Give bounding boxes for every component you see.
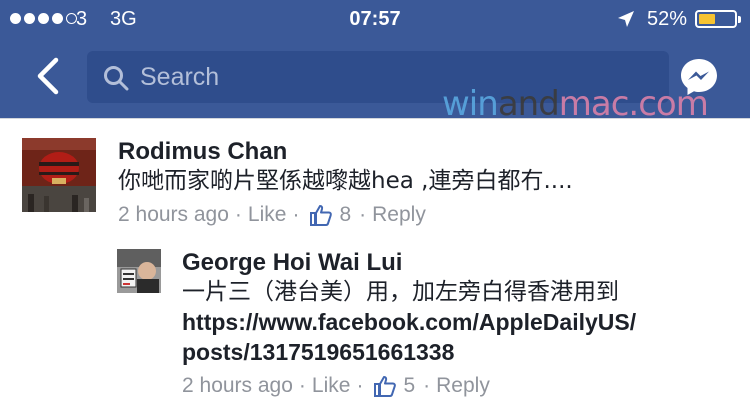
comment-time[interactable]: 2 hours ago	[118, 200, 229, 230]
battery-percent: 52%	[647, 8, 688, 30]
battery-icon	[695, 10, 741, 28]
location-arrow-icon	[617, 10, 635, 34]
search-icon	[103, 65, 129, 96]
comment-meta: 2 hours ago · Like · 8 · Reply	[118, 200, 573, 230]
like-button[interactable]: Like	[312, 371, 351, 401]
reply-button[interactable]: Reply	[372, 200, 426, 230]
avatar[interactable]	[22, 138, 96, 212]
comment-author[interactable]: Rodimus Chan	[118, 138, 573, 166]
comment-text: 你哋而家啲片堅係越嚟越hea ,連旁白都冇....	[118, 168, 573, 194]
comment-text: 一片三（港台美）用，加左旁白得香港用到	[182, 279, 619, 305]
thumbs-up-icon	[374, 376, 397, 397]
comment-link-continued[interactable]: posts/1317519651661338	[182, 337, 636, 367]
chevron-left-icon	[37, 57, 59, 95]
thumbs-up-icon	[310, 205, 333, 226]
like-count: 8	[339, 203, 352, 226]
comment-author[interactable]: George Hoi Wai Lui	[182, 249, 636, 277]
avatar[interactable]	[117, 249, 161, 293]
like-count: 5	[403, 374, 416, 397]
back-button[interactable]	[30, 56, 66, 96]
status-time: 07:57	[349, 8, 401, 30]
comment-link[interactable]: https://www.facebook.com/AppleDailyUS/	[182, 307, 636, 337]
like-button[interactable]: Like	[248, 200, 287, 230]
comment-time[interactable]: 2 hours ago	[182, 371, 293, 401]
header-divider	[0, 118, 750, 119]
comment-meta: 2 hours ago · Like · 5 · Reply	[182, 371, 636, 401]
status-bar: 3 3G 07:57 52%	[0, 0, 750, 38]
reply-button[interactable]: Reply	[436, 371, 490, 401]
